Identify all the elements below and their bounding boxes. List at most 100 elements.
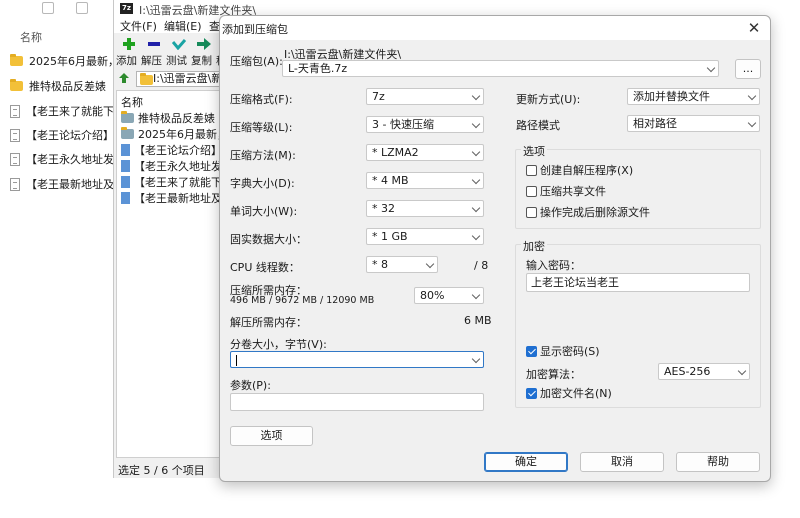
explorer-list-item[interactable]: 【老王来了就能下载 [10,103,118,119]
list-item[interactable]: 【老王最新地址及... [121,190,221,205]
cpu-total: / 8 [474,259,489,272]
close-icon[interactable]: ✕ [744,18,764,38]
update-select[interactable]: 添加并替换文件 [627,88,760,105]
checkbox-icon [526,185,537,197]
list-item[interactable]: 【老王论坛介绍】... [121,142,221,157]
document-icon [10,128,20,142]
cpu-select[interactable]: * 8 [366,256,438,273]
sevenzip-titlebar: 7z I:\迅雷云盘\新建文件夹\ [114,0,256,18]
document-icon [121,159,130,172]
document-icon [10,104,20,118]
document-icon [121,143,130,156]
up-arrow-icon[interactable] [119,73,129,83]
dialog-title: 添加到压缩包 [222,23,288,36]
solid-label: 固实数据大小： [230,233,307,246]
encryption-method-select[interactable]: AES-256 [658,363,750,380]
show-password-checkbox[interactable]: 显示密码(S) [526,344,600,358]
encrypt-names-checkbox[interactable]: 加密文件名(N) [526,386,612,400]
list-item[interactable]: 【老王来了就能下... [121,174,221,189]
options-button[interactable]: 选项 [230,426,313,446]
browse-button[interactable]: ... [735,59,761,79]
add-to-archive-dialog: 添加到压缩包 ✕ 压缩包(A): I:\迅雷云盘\新建文件夹\ L-天青色.7z… [219,15,771,482]
document-icon [10,152,20,166]
explorer-list-item[interactable]: 【老王论坛介绍】.t [10,127,118,143]
password-input[interactable]: 上老王论坛当老王 [526,273,750,292]
level-select[interactable]: 3 - 快速压缩 [366,116,484,133]
add-button[interactable]: 添加 [116,35,140,69]
encryption-method-label: 加密算法： [526,368,581,381]
menu-edit[interactable]: 编辑(E) [164,18,202,33]
method-select[interactable]: * LZMA2 [366,144,484,161]
chevron-down-icon [737,366,747,376]
folder-icon [140,73,153,85]
chevron-down-icon [471,290,481,300]
help-button[interactable]: 帮助 [676,452,760,472]
archive-label: 压缩包(A): [230,55,283,68]
shared-files-checkbox[interactable]: 压缩共享文件 [526,184,606,198]
copy-icon[interactable] [42,2,54,14]
explorer-column-name[interactable]: 名称 [20,29,42,45]
arrow-right-icon [197,38,211,50]
check-icon [172,39,186,50]
delete-after-checkbox[interactable]: 操作完成后删除源文件 [526,205,650,219]
list-item[interactable]: 【老王永久地址发... [121,158,221,173]
folder-icon [121,126,134,139]
sevenzip-menubar: 文件(F) 编辑(E) 查 [114,17,224,33]
solid-select[interactable]: * 1 GB [366,228,484,245]
chevron-down-icon [471,91,481,101]
split-label: 分卷大小，字节(V): [230,338,327,351]
chevron-down-icon [706,63,716,73]
archive-name-combobox[interactable]: L-天青色.7z [282,60,719,77]
sevenzip-logo-icon: 7z [120,3,133,14]
path-mode-select[interactable]: 相对路径 [627,115,760,132]
checkbox-icon [526,206,537,218]
params-input[interactable] [230,393,484,411]
list-item[interactable]: 2025年6月最新，... [121,126,221,141]
method-label: 压缩方法(M): [230,149,296,162]
extract-button[interactable]: 解压 [141,35,165,69]
path-mode-label: 路径模式 [516,119,560,132]
format-select[interactable]: 7z [366,88,484,105]
word-select[interactable]: * 32 [366,200,484,217]
update-label: 更新方式(U): [516,93,581,106]
document-icon [10,177,20,191]
explorer-list-item[interactable]: 2025年6月最新，推 [10,53,118,69]
mem-percent-select[interactable]: 80% [414,287,484,304]
mem-decompress-value: 6 MB [464,314,492,327]
cancel-button[interactable]: 取消 [580,452,664,472]
checkbox-checked-icon [526,345,537,357]
explorer-list-item[interactable]: 【老王最新地址及A [10,176,118,192]
folder-icon [10,54,23,66]
cpu-label: CPU 线程数： [230,261,300,274]
chevron-down-icon [471,203,481,213]
mem-compress-detail: 496 MB / 9672 MB / 12090 MB [230,295,375,306]
chevron-down-icon [471,175,481,185]
checkbox-checked-icon [526,387,537,399]
address-bar: I:\迅雷云盘\新 [116,70,226,88]
password-label: 输入密码： [526,259,581,272]
folder-icon [121,110,134,123]
explorer-toolbar [0,0,118,20]
ok-button[interactable]: 确定 [484,452,568,472]
menu-file[interactable]: 文件(F) [120,18,157,33]
options-group-title: 选项 [521,143,547,159]
dict-label: 字典大小(D): [230,177,295,190]
chevron-down-icon [471,354,481,364]
address-input[interactable]: I:\迅雷云盘\新 [136,71,226,87]
dict-select[interactable]: * 4 MB [366,172,484,189]
test-button[interactable]: 测试 [166,35,190,69]
chevron-down-icon [471,119,481,129]
document-icon [121,191,130,204]
sfx-checkbox[interactable]: 创建自解压程序(X) [526,163,633,177]
mem-decompress-label: 解压所需内存： [230,316,307,329]
explorer-list-item[interactable]: 【老王永久地址发布 [10,151,118,167]
list-column-name[interactable]: 名称 [121,94,143,110]
split-size-combobox[interactable] [230,351,484,368]
chevron-down-icon [471,147,481,157]
document-icon [121,175,130,188]
explorer-list-item[interactable]: 推特极品反差婊【L [10,78,118,94]
plus-icon [123,38,135,50]
list-item[interactable]: 推特极品反差婊【... [121,110,221,125]
copy-button[interactable]: 复制 [191,35,215,69]
share-icon[interactable] [76,2,88,14]
